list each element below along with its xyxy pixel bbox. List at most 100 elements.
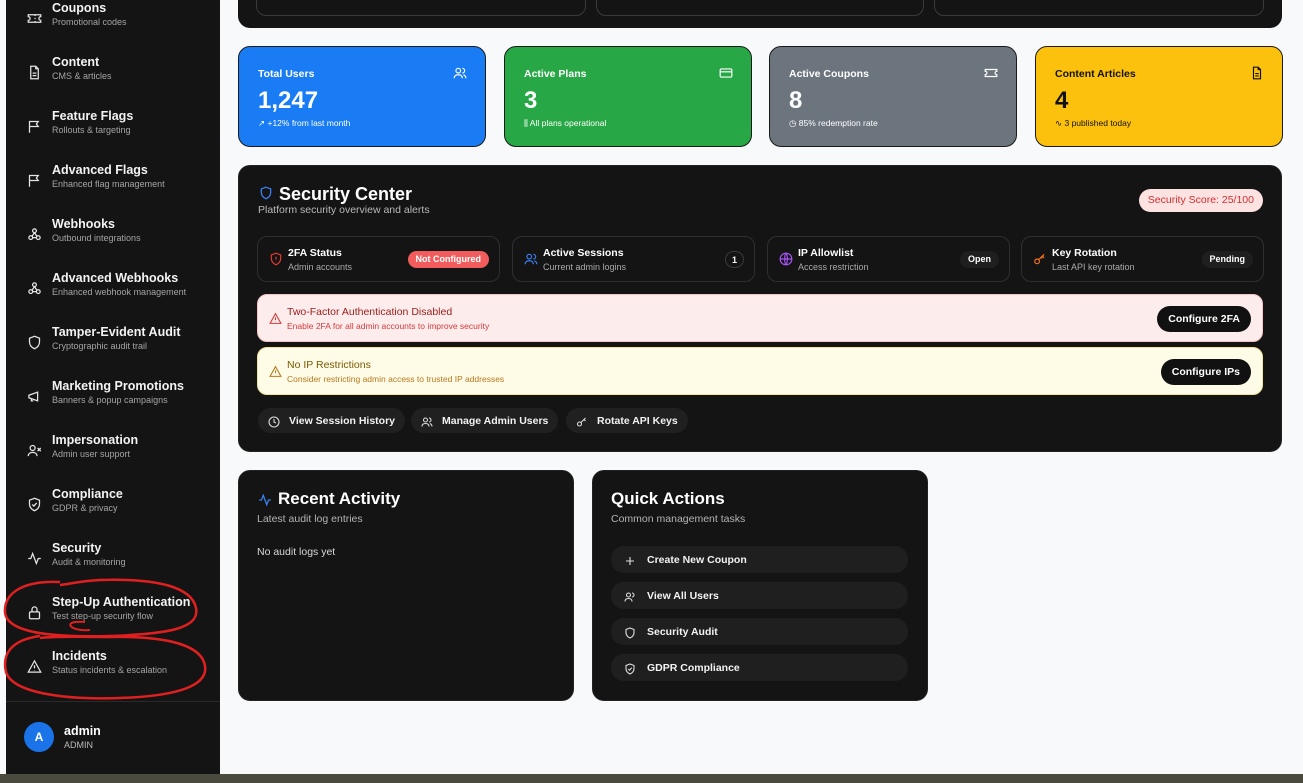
chip-label: Rotate API Keys	[597, 414, 678, 427]
clock-icon	[268, 415, 280, 428]
sidebar-item-step-up-authentication[interactable]: Step-Up Authentication Test step-up secur…	[6, 585, 220, 639]
users-icon	[421, 415, 433, 427]
sidebar-item-subtitle: Status incidents & escalation	[52, 665, 168, 675]
stat-value: 1,247	[258, 87, 319, 114]
stat-value: 3	[524, 87, 538, 114]
sidebar-item-subtitle: Rollouts & targeting	[52, 125, 131, 135]
alert-triangle-icon	[269, 365, 282, 378]
megaphone-icon	[26, 388, 42, 404]
sidebar-item-security[interactable]: Security Audit & monitoring	[6, 531, 220, 585]
activity-icon	[26, 550, 42, 566]
file-icon	[1250, 66, 1264, 80]
sidebar-item-webhooks[interactable]: Webhooks Outbound integrations	[6, 207, 220, 261]
status-card-active-sessions[interactable]: Active Sessions Current admin logins 1	[512, 236, 755, 282]
sidebar-item-title: Marketing Promotions	[52, 379, 184, 393]
panel-title: Security Center	[279, 184, 413, 204]
sidebar-item-title: Impersonation	[52, 433, 139, 447]
bottom-strip	[0, 774, 1303, 783]
sidebar-divider	[6, 701, 220, 702]
flag-icon	[26, 118, 42, 134]
panel-title: Recent Activity	[278, 489, 401, 508]
sidebar-item-title: Advanced Flags	[52, 163, 148, 177]
sidebar-item-coupons[interactable]: Coupons Promotional codes	[6, 0, 220, 45]
sidebar-item-advanced-webhooks[interactable]: Advanced Webhooks Enhanced webhook manage…	[6, 261, 220, 315]
activity-icon	[258, 493, 272, 507]
sidebar-item-title: Tamper-Evident Audit	[52, 325, 181, 339]
sidebar-item-subtitle: Outbound integrations	[52, 233, 141, 243]
stat-value: 8	[789, 87, 803, 114]
webhook-icon	[26, 280, 42, 296]
gdpr-compliance-button[interactable]: GDPR Compliance	[611, 654, 908, 681]
status-card-subtitle: Access restriction	[798, 262, 869, 272]
recent-activity-panel: Recent Activity Latest audit log entries…	[238, 470, 574, 701]
top-bar-control[interactable]	[596, 0, 924, 16]
chip-label: View Session History	[289, 414, 396, 427]
quick-actions-panel: Quick Actions Common management tasks Cr…	[592, 470, 928, 701]
shield-icon	[259, 186, 273, 200]
view-all-users-button[interactable]: View All Users	[611, 582, 908, 609]
sidebar-item-subtitle: Enhanced webhook management	[52, 287, 187, 297]
sidebar-item-subtitle: Promotional codes	[52, 17, 127, 27]
alert-subtitle: Consider restricting admin access to tru…	[287, 374, 505, 384]
sidebar-item-tamper-evident-audit[interactable]: Tamper-Evident Audit Cryptographic audit …	[6, 315, 220, 369]
sidebar-item-feature-flags[interactable]: Feature Flags Rollouts & targeting	[6, 99, 220, 153]
users-icon	[524, 252, 538, 266]
sidebar-item-content[interactable]: Content CMS & articles	[6, 45, 220, 99]
shield-check-icon	[624, 662, 636, 675]
security-score-badge: Security Score: 25/100	[1138, 189, 1263, 212]
configure-ips-button[interactable]: Configure IPs	[1160, 359, 1251, 385]
shield-icon	[624, 626, 636, 639]
alert-no-ip-restrictions: No IP Restrictions Consider restricting …	[257, 347, 1263, 395]
shield-icon	[26, 334, 42, 350]
status-card-ip-allowlist[interactable]: IP Allowlist Access restriction Open	[767, 236, 1010, 282]
user-profile[interactable]: A admin ADMIN	[24, 722, 101, 752]
sidebar-item-title: Feature Flags	[52, 109, 134, 123]
ticket-icon	[984, 66, 998, 80]
status-badge: Pending	[1201, 251, 1253, 268]
chip-label: Manage Admin Users	[442, 414, 549, 427]
sidebar-item-marketing-promotions[interactable]: Marketing Promotions Banners & popup camp…	[6, 369, 220, 423]
status-card-2fa[interactable]: 2FA Status Admin accounts Not Configured	[257, 236, 500, 282]
quick-action-label: GDPR Compliance	[647, 661, 740, 674]
stat-card-content-articles[interactable]: Content Articles 4 ∿ 3 published today	[1035, 46, 1283, 147]
manage-admin-users-button[interactable]: Manage Admin Users	[411, 408, 559, 433]
rotate-api-keys-button[interactable]: Rotate API Keys	[566, 408, 688, 433]
create-new-coupon-button[interactable]: Create New Coupon	[611, 546, 908, 573]
status-badge: Not Configured	[407, 251, 489, 268]
globe-icon	[779, 252, 793, 266]
sidebar-item-impersonation[interactable]: Impersonation Admin user support	[6, 423, 220, 477]
stat-card-total-users[interactable]: Total Users 1,247 ↗ +12% from last month	[238, 46, 486, 147]
shield-check-icon	[26, 496, 42, 512]
view-session-history-button[interactable]: View Session History	[258, 408, 406, 433]
panel-title: Quick Actions	[611, 489, 725, 508]
key-icon	[576, 415, 588, 427]
flag-icon	[26, 172, 42, 188]
configure-2fa-button[interactable]: Configure 2FA	[1157, 306, 1251, 332]
sidebar-item-subtitle: Enhanced flag management	[52, 179, 165, 189]
sidebar-item-incidents[interactable]: Incidents Status incidents & escalation	[6, 639, 220, 693]
sidebar-item-subtitle: Cryptographic audit trail	[52, 341, 148, 351]
stat-subtitle: ↗ +12% from last month	[258, 118, 351, 128]
stat-subtitle: ∿ 3 published today	[1055, 118, 1132, 128]
sidebar-item-title: Advanced Webhooks	[52, 271, 179, 285]
users-icon	[624, 590, 636, 602]
quick-action-label: Security Audit	[647, 625, 718, 638]
top-bar-control[interactable]	[934, 0, 1264, 16]
avatar: A	[24, 722, 54, 752]
quick-action-label: View All Users	[647, 589, 719, 602]
sidebar-item-title: Coupons	[52, 1, 107, 15]
sidebar-item-compliance[interactable]: Compliance GDPR & privacy	[6, 477, 220, 531]
sidebar-item-advanced-flags[interactable]: Advanced Flags Enhanced flag management	[6, 153, 220, 207]
ticket-icon	[26, 10, 42, 26]
status-card-key-rotation[interactable]: Key Rotation Last API key rotation Pendi…	[1021, 236, 1264, 282]
alert-triangle-icon	[269, 312, 282, 325]
status-card-subtitle: Current admin logins	[543, 262, 627, 272]
sidebar: Coupons Promotional codes Content CMS & ar…	[6, 0, 220, 774]
panel-subtitle: Platform security overview and alerts	[258, 204, 430, 216]
security-audit-button[interactable]: Security Audit	[611, 618, 908, 645]
top-bar-control[interactable]	[256, 0, 586, 16]
stat-label: Content Articles	[1055, 68, 1136, 80]
stat-card-active-coupons[interactable]: Active Coupons 8 ◷ 85% redemption rate	[769, 46, 1017, 147]
alert-title: Two-Factor Authentication Disabled	[287, 306, 453, 318]
stat-card-active-plans[interactable]: Active Plans 3 ⫼ All plans operational	[504, 46, 752, 147]
